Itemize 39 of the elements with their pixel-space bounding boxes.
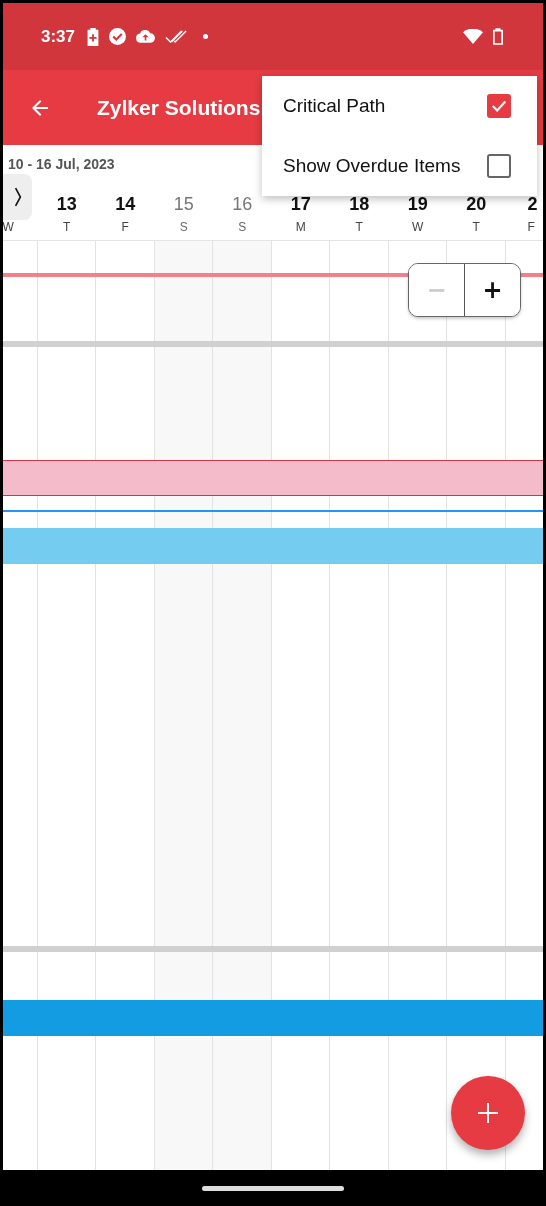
day-letter: T <box>472 220 480 234</box>
day-letter: M <box>295 220 306 234</box>
checkbox[interactable] <box>487 154 511 178</box>
day-number: 17 <box>290 194 311 216</box>
date-range: 10 - 16 Jul, 2023 <box>8 156 115 172</box>
day-letter: S <box>179 220 188 234</box>
status-time: 3:37 <box>41 26 76 47</box>
day-number: 13 <box>56 194 77 216</box>
day-letter: F <box>527 220 535 234</box>
menu-item[interactable]: Show Overdue Items <box>283 155 461 177</box>
checkbox[interactable] <box>487 94 511 118</box>
day-number: 16 <box>232 194 253 216</box>
app-title: Zylker Solutions <box>97 95 261 120</box>
day-letter: F <box>121 220 129 234</box>
battery-charging-icon <box>87 27 100 46</box>
day-number: 20 <box>466 194 487 216</box>
day-number: 14 <box>115 194 136 216</box>
day-number: 18 <box>349 194 370 216</box>
battery-icon <box>493 28 503 45</box>
zoom-in-button[interactable]: + <box>465 264 520 316</box>
day-number: 15 <box>173 194 194 216</box>
home-indicator[interactable] <box>202 1185 344 1191</box>
chevron-right-icon <box>13 186 22 208</box>
day-letter: T <box>63 220 71 234</box>
day-letter: T <box>355 220 363 234</box>
cloud-upload-icon <box>136 30 156 43</box>
add-button[interactable] <box>451 1076 525 1150</box>
day-letter: W <box>412 220 424 234</box>
day-letter: S <box>238 220 247 234</box>
menu-item[interactable]: Critical Path <box>283 95 386 117</box>
dot-icon <box>203 34 209 39</box>
check-circle-icon <box>109 28 127 45</box>
wifi-icon <box>463 29 483 44</box>
double-check-icon <box>165 29 188 44</box>
plus-icon <box>478 1103 498 1123</box>
day-number: 19 <box>407 194 428 216</box>
expand-button[interactable] <box>3 174 32 220</box>
day-number: 2 <box>527 194 538 216</box>
day-letter: W <box>3 220 14 234</box>
